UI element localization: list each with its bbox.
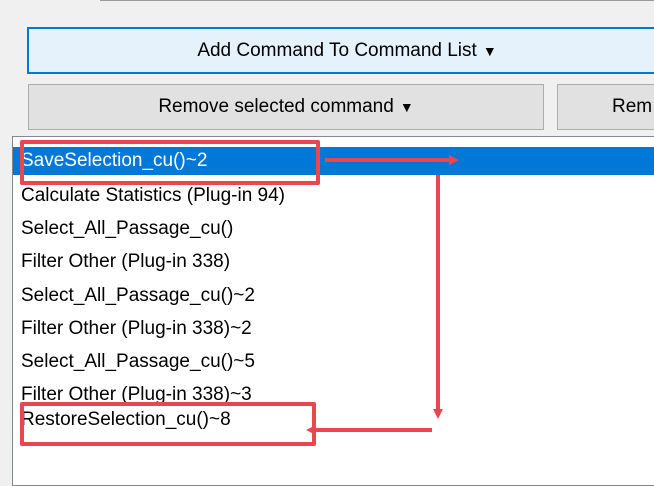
annotation-arrows bbox=[306, 155, 459, 435]
